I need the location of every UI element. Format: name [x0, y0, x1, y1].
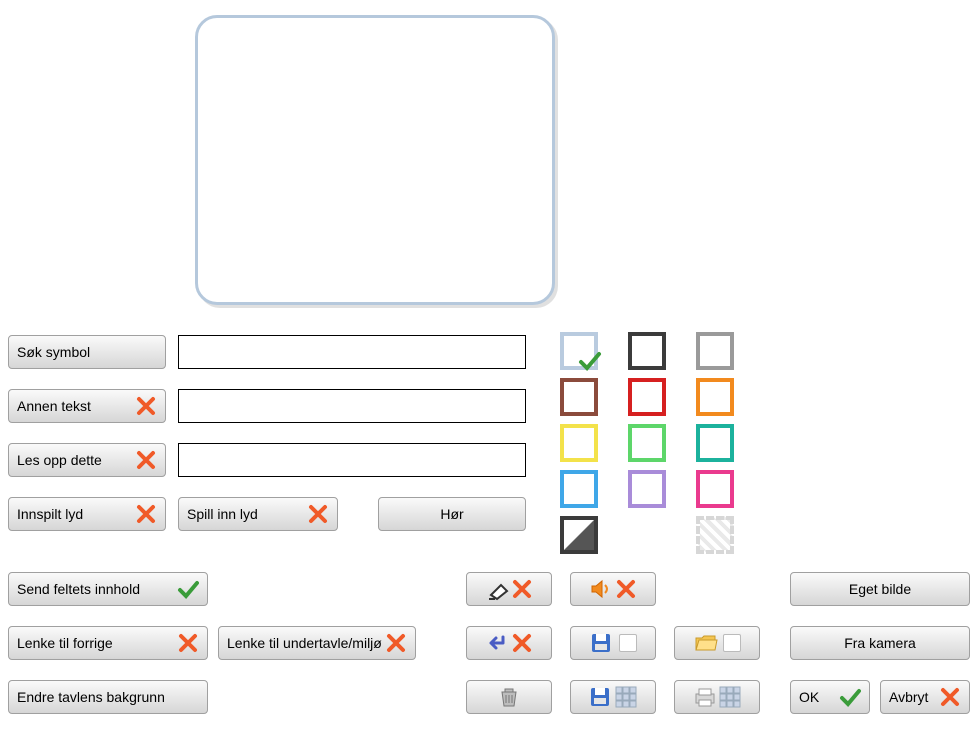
preview-canvas [195, 15, 555, 305]
save-icon [589, 631, 615, 655]
change-board-bg-label: Endre tavlens bakgrunn [17, 689, 199, 705]
listen-label: Hør [440, 506, 463, 522]
color-swatch-brown[interactable] [560, 378, 598, 416]
search-symbol-button[interactable]: Søk symbol [8, 335, 166, 369]
ok-label: OK [799, 689, 839, 705]
listen-button[interactable]: Hør [378, 497, 526, 531]
other-text-button[interactable]: Annen tekst [8, 389, 166, 423]
save-icon [588, 685, 614, 709]
check-icon [578, 350, 602, 374]
sound-button[interactable] [570, 572, 656, 606]
close-icon [177, 632, 199, 654]
send-content-button[interactable]: Send feltets innhold [8, 572, 208, 606]
send-content-label: Send feltets innhold [17, 581, 177, 597]
speaker-icon [589, 577, 615, 601]
open-button[interactable] [674, 626, 760, 660]
color-swatch-red[interactable] [628, 378, 666, 416]
color-swatch-magenta[interactable] [696, 470, 734, 508]
read-this-button[interactable]: Les opp dette [8, 443, 166, 477]
cancel-button[interactable]: Avbryt [880, 680, 970, 714]
grid-icon [718, 685, 742, 709]
folder-icon [693, 631, 719, 655]
close-icon [615, 578, 637, 600]
eraser-icon [485, 577, 511, 601]
link-previous-button[interactable]: Lenke til forrige [8, 626, 208, 660]
blank-icon [619, 634, 637, 652]
other-text-label: Annen tekst [17, 398, 135, 414]
grid-icon [614, 685, 638, 709]
close-icon [135, 449, 157, 471]
close-icon [939, 686, 961, 708]
close-icon [135, 503, 157, 525]
delete-button[interactable] [466, 680, 552, 714]
link-subboard-label: Lenke til undertavle/miljø [227, 635, 385, 651]
color-swatch-lightblue[interactable] [560, 332, 598, 370]
color-swatch-black[interactable] [628, 332, 666, 370]
blank-icon [723, 634, 741, 652]
cancel-label: Avbryt [889, 689, 939, 705]
check-icon [177, 578, 199, 600]
recorded-sound-button[interactable]: Innspilt lyd [8, 497, 166, 531]
from-camera-button[interactable]: Fra kamera [790, 626, 970, 660]
change-board-bg-button[interactable]: Endre tavlens bakgrunn [8, 680, 208, 714]
trash-icon [497, 685, 521, 709]
own-image-button[interactable]: Eget bilde [790, 572, 970, 606]
read-this-input[interactable] [178, 443, 526, 477]
close-icon [307, 503, 329, 525]
from-camera-label: Fra kamera [844, 635, 916, 651]
read-this-label: Les opp dette [17, 452, 135, 468]
color-swatch-orange[interactable] [696, 378, 734, 416]
color-swatch-teal[interactable] [696, 424, 734, 462]
record-sound-label: Spill inn lyd [187, 506, 307, 522]
return-icon [485, 631, 511, 655]
ok-button[interactable]: OK [790, 680, 870, 714]
color-swatch-gray[interactable] [696, 332, 734, 370]
search-symbol-input[interactable] [178, 335, 526, 369]
color-swatch-none[interactable] [696, 516, 734, 554]
recorded-sound-label: Innspilt lyd [17, 506, 135, 522]
link-subboard-button[interactable]: Lenke til undertavle/miljø [218, 626, 416, 660]
record-sound-button[interactable]: Spill inn lyd [178, 497, 338, 531]
search-symbol-label: Søk symbol [17, 344, 157, 360]
close-icon [511, 632, 533, 654]
color-swatch-green[interactable] [628, 424, 666, 462]
close-icon [135, 395, 157, 417]
color-swatch-yellow[interactable] [560, 424, 598, 462]
color-swatch-purple[interactable] [628, 470, 666, 508]
color-swatch-blue[interactable] [560, 470, 598, 508]
close-icon [511, 578, 533, 600]
erase-button[interactable] [466, 572, 552, 606]
printer-icon [692, 685, 718, 709]
other-text-input[interactable] [178, 389, 526, 423]
check-icon [839, 686, 861, 708]
close-icon [385, 632, 407, 654]
own-image-label: Eget bilde [849, 581, 911, 597]
save-button[interactable] [570, 626, 656, 660]
color-swatch-bw[interactable] [560, 516, 598, 554]
save-many-button[interactable] [570, 680, 656, 714]
undo-button[interactable] [466, 626, 552, 660]
print-many-button[interactable] [674, 680, 760, 714]
link-previous-label: Lenke til forrige [17, 635, 177, 651]
